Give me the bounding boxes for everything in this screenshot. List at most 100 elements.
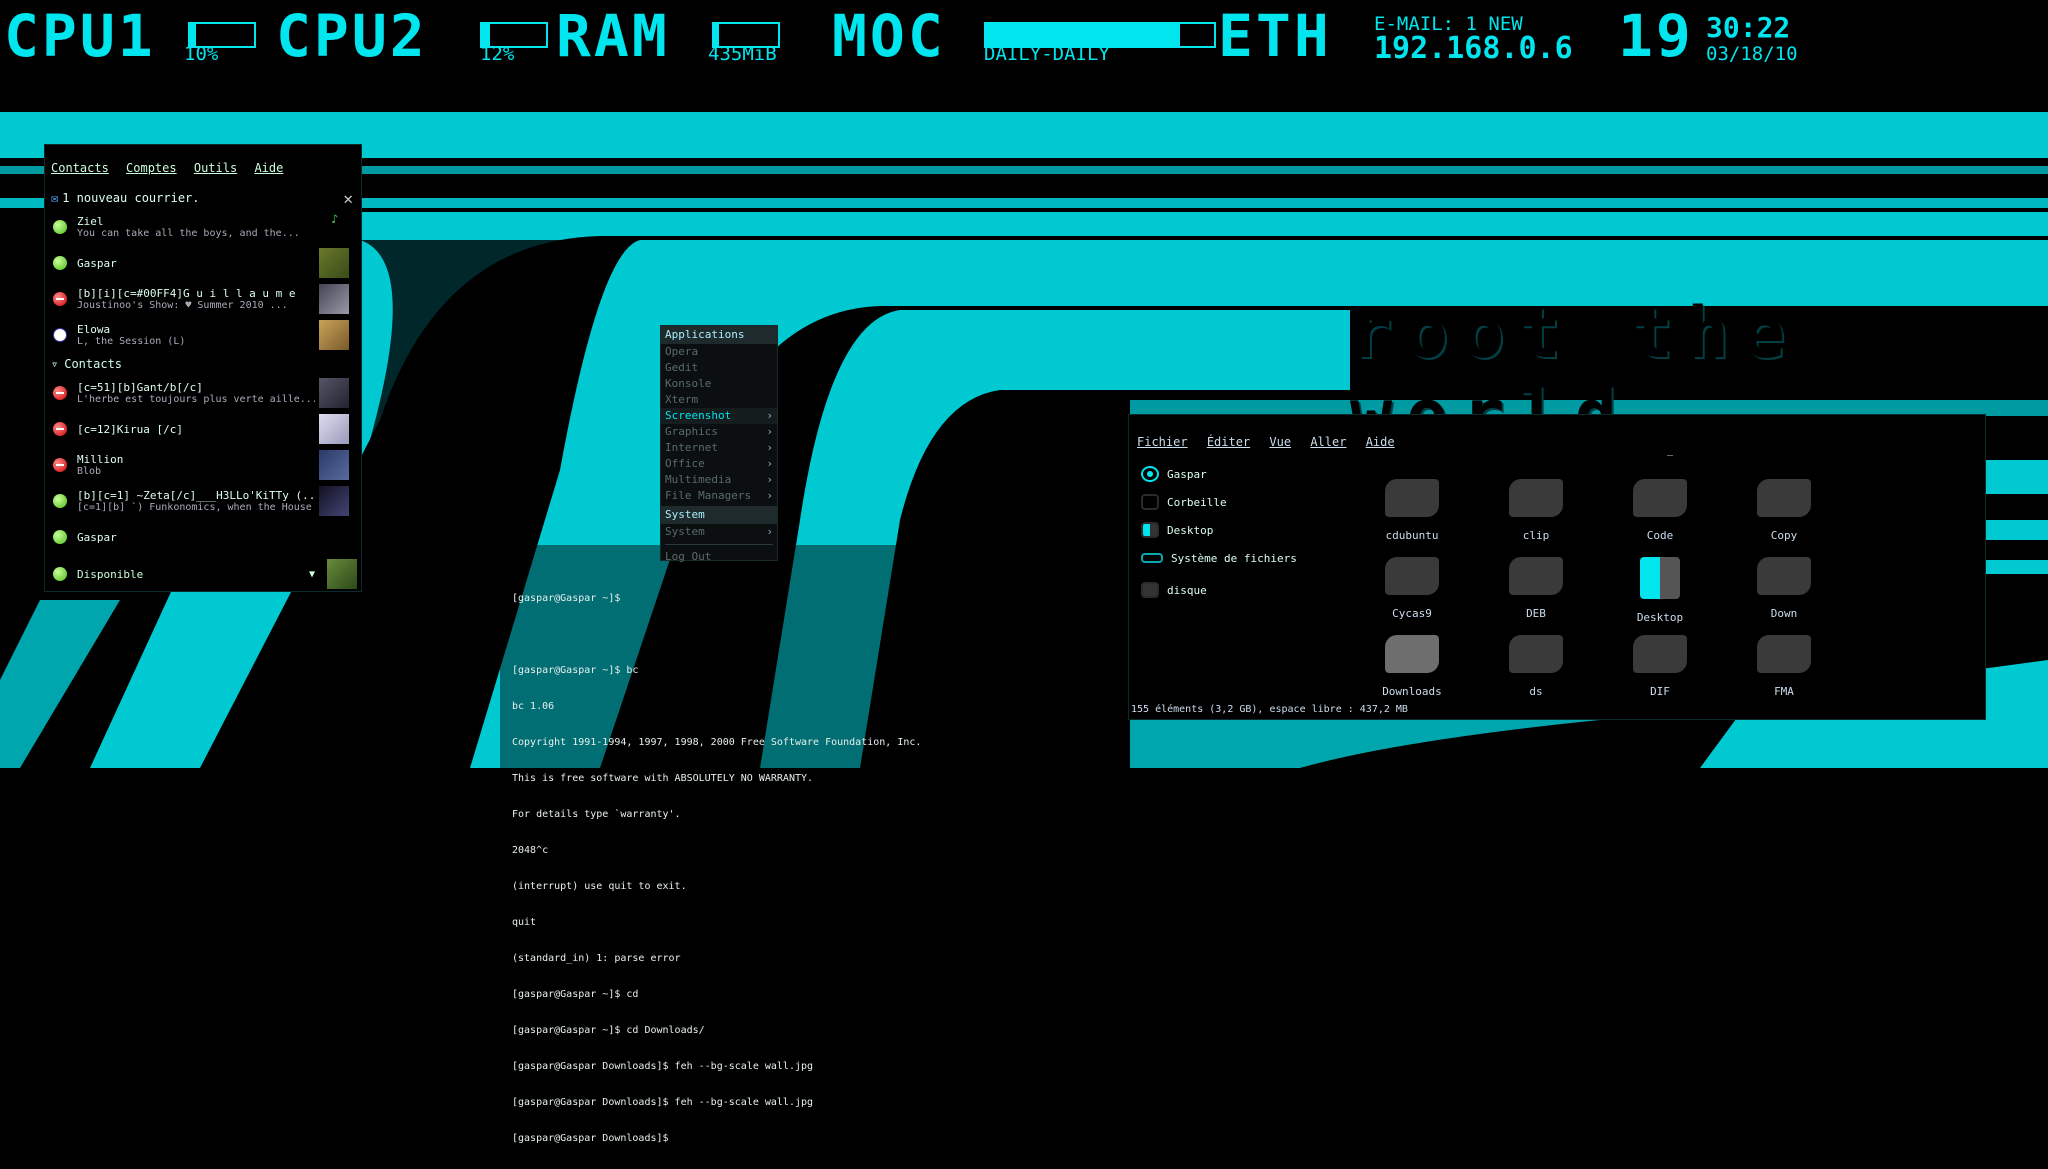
mail-notification[interactable]: ✉ 1 nouveau courrier. ✕ bbox=[45, 187, 361, 209]
file-label: Cycas9 bbox=[1392, 607, 1432, 620]
file-label: Down bbox=[1770, 607, 1798, 620]
place-trash[interactable]: Corbeille bbox=[1141, 491, 1227, 513]
menu-item-graphics[interactable]: Graphics › bbox=[661, 424, 777, 440]
folder-icon bbox=[1509, 635, 1563, 673]
place-disque[interactable]: disque bbox=[1141, 579, 1207, 601]
file-item[interactable]: Downloads bbox=[1357, 635, 1467, 698]
trash-icon bbox=[1141, 494, 1159, 510]
file-item[interactable]: Copy bbox=[1729, 479, 1839, 542]
menu-item-logout[interactable]: Log Out bbox=[661, 549, 777, 565]
file-item[interactable]: clip bbox=[1481, 479, 1591, 542]
menu-item-opera[interactable]: Opera bbox=[661, 344, 777, 360]
menu-item-multimedia[interactable]: Multimedia › bbox=[661, 472, 777, 488]
cpu1-label: CPU1 bbox=[4, 2, 156, 70]
contact-name: Gaspar bbox=[77, 256, 117, 270]
ram-label: RAM bbox=[556, 2, 670, 70]
menu-item-screenshot[interactable]: Screenshot › bbox=[661, 408, 777, 424]
file-item[interactable]: Code bbox=[1605, 479, 1715, 542]
contact-name: [c=51][b]Gant/b[/c] bbox=[77, 381, 203, 394]
file-manager-menubar: Fichier Éditer Vue Aller Aide bbox=[1137, 435, 1407, 449]
application-menu: Applications Opera Gedit Konsole Xterm S… bbox=[660, 325, 778, 563]
terminal-line: [gaspar@Gaspar ~]$ cd bbox=[512, 989, 639, 1000]
submenu-arrow-icon: › bbox=[766, 489, 773, 502]
file-label: DIF bbox=[1650, 685, 1670, 698]
contact-row[interactable]: [c=12]Kirua [/c] bbox=[45, 411, 361, 447]
contact-row[interactable]: [b][i][c=#00FF4]G u i l l a u m e Jousti… bbox=[45, 281, 361, 317]
place-home[interactable]: Gaspar bbox=[1141, 463, 1207, 485]
contact-row[interactable]: Ziel You can take all the boys, and the.… bbox=[45, 209, 361, 245]
cpu2-value: 12% bbox=[480, 43, 515, 65]
submenu-arrow-icon: › bbox=[766, 425, 773, 438]
file-item[interactable]: FMA bbox=[1729, 635, 1839, 698]
terminal-window[interactable]: [gaspar@Gaspar ~]$ [gaspar@Gaspar ~]$ bc… bbox=[500, 545, 1025, 1144]
contact-row[interactable]: Gaspar bbox=[45, 519, 361, 555]
menu-item-office[interactable]: Office › bbox=[661, 456, 777, 472]
file-item[interactable]: Cycas9 bbox=[1357, 557, 1467, 620]
menu-comptes[interactable]: Comptes bbox=[126, 161, 177, 175]
file-item[interactable]: ds bbox=[1481, 635, 1591, 698]
chevron-down-icon[interactable]: ▼ bbox=[309, 569, 315, 580]
avatar bbox=[319, 486, 349, 516]
terminal-line: This is free software with ABSOLUTELY NO… bbox=[512, 773, 814, 784]
file-item[interactable]: Desktop bbox=[1605, 557, 1715, 624]
menu-item-label: Multimedia bbox=[665, 473, 732, 486]
menu-item-label: Gedit bbox=[665, 361, 699, 374]
contacts-group-header[interactable]: ▿ Contacts bbox=[45, 353, 361, 375]
terminal-output: [gaspar@Gaspar ~]$ [gaspar@Gaspar ~]$ bc… bbox=[512, 569, 921, 1169]
avatar bbox=[319, 320, 349, 350]
cpu2-label: CPU2 bbox=[276, 2, 428, 70]
menu-item-label: Graphics bbox=[665, 425, 718, 438]
menu-outils[interactable]: Outils bbox=[194, 161, 237, 175]
menu-aide[interactable]: Aide bbox=[1366, 435, 1395, 449]
path-indicator bbox=[1667, 455, 1673, 456]
contact-name: [b][c=1] ~Zeta[/c]___H3LLo'KiTTy (... bbox=[77, 489, 315, 502]
menu-item-xterm[interactable]: Xterm bbox=[661, 392, 777, 408]
file-label: Code bbox=[1646, 529, 1674, 542]
status-online-icon bbox=[53, 220, 67, 234]
menu-editer[interactable]: Éditer bbox=[1207, 435, 1250, 449]
contact-row[interactable]: Gaspar bbox=[45, 245, 361, 281]
file-item[interactable]: Down bbox=[1729, 557, 1839, 620]
contact-row[interactable]: [b][c=1] ~Zeta[/c]___H3LLo'KiTTy (... [c… bbox=[45, 483, 361, 519]
close-icon[interactable]: ✕ bbox=[343, 189, 353, 208]
menu-fichier[interactable]: Fichier bbox=[1137, 435, 1188, 449]
menu-item-label: System bbox=[665, 525, 705, 538]
file-label: Copy bbox=[1770, 529, 1798, 542]
menu-aide[interactable]: Aide bbox=[254, 161, 283, 175]
file-label: Desktop bbox=[1636, 611, 1684, 624]
menu-item-internet[interactable]: Internet › bbox=[661, 440, 777, 456]
file-item[interactable]: DIF bbox=[1605, 635, 1715, 698]
messenger-contact-window: Contacts Comptes Outils Aide ✉ 1 nouveau… bbox=[44, 144, 362, 592]
drive-icon bbox=[1141, 553, 1163, 563]
terminal-line: Copyright 1991-1994, 1997, 1998, 2000 Fr… bbox=[512, 737, 922, 748]
place-desktop[interactable]: Desktop bbox=[1141, 519, 1213, 541]
contact-message: Blob bbox=[77, 466, 102, 477]
contact-row[interactable]: Elowa L, the Session (L) bbox=[45, 317, 361, 353]
contact-row[interactable]: Million Blob bbox=[45, 447, 361, 483]
menu-vue[interactable]: Vue bbox=[1269, 435, 1291, 449]
status-busy-icon bbox=[53, 458, 67, 472]
file-item[interactable]: cdubuntu bbox=[1357, 479, 1467, 542]
menu-item-system[interactable]: System › bbox=[661, 524, 777, 540]
menu-contacts[interactable]: Contacts bbox=[51, 161, 109, 175]
presence-selector[interactable]: Disponible ▼ bbox=[45, 557, 361, 591]
file-manager-window: Fichier Éditer Vue Aller Aide Gaspar Cor… bbox=[1128, 414, 1986, 720]
menu-item-label: Internet bbox=[665, 441, 718, 454]
menu-item-konsole[interactable]: Konsole bbox=[661, 376, 777, 392]
desktop-folder-icon bbox=[1640, 557, 1680, 599]
folder-icon bbox=[1757, 635, 1811, 673]
submenu-arrow-icon: › bbox=[766, 457, 773, 470]
contact-row[interactable]: [c=51][b]Gant/b[/c] L'herbe est toujours… bbox=[45, 375, 361, 411]
file-label: clip bbox=[1522, 529, 1550, 542]
menu-item-gedit[interactable]: Gedit bbox=[661, 360, 777, 376]
folder-icon bbox=[1385, 557, 1439, 595]
menu-item-file-managers[interactable]: File Managers › bbox=[661, 488, 777, 504]
folder-icon bbox=[1757, 557, 1811, 595]
terminal-line: [gaspar@Gaspar ~]$ bc bbox=[512, 665, 639, 676]
file-item[interactable]: DEB bbox=[1481, 557, 1591, 620]
own-avatar[interactable] bbox=[327, 559, 357, 589]
status-online-icon bbox=[53, 530, 67, 544]
place-filesystem[interactable]: Système de fichiers bbox=[1141, 547, 1297, 569]
menu-aller[interactable]: Aller bbox=[1310, 435, 1346, 449]
